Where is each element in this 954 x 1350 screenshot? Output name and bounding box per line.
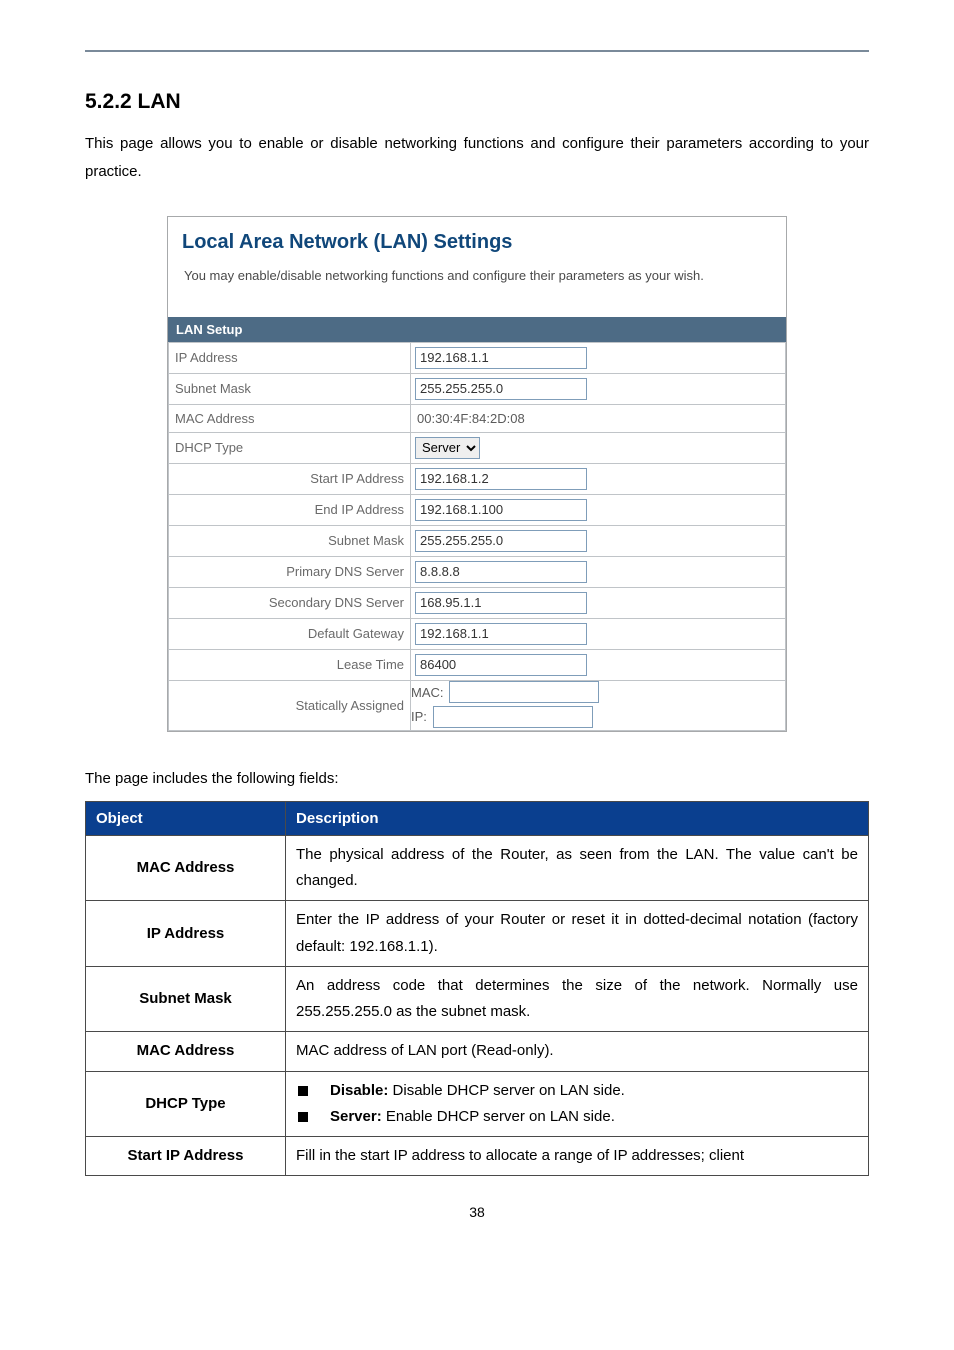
- header-object: Object: [86, 801, 286, 835]
- header-description: Description: [286, 801, 869, 835]
- secondary-dns-label: Secondary DNS Server: [169, 587, 411, 618]
- obj-cell: IP Address: [86, 901, 286, 967]
- desc-cell: Enter the IP address of your Router or r…: [286, 901, 869, 967]
- table-row: IP Address Enter the IP address of your …: [86, 901, 869, 967]
- bullet-rest: Enable DHCP server on LAN side.: [382, 1108, 615, 1125]
- table-row: Start IP Address Fill in the start IP ad…: [86, 1137, 869, 1176]
- row-end-ip: End IP Address: [169, 494, 786, 525]
- panel-title: Local Area Network (LAN) Settings: [182, 231, 774, 254]
- row-mac-address: MAC Address 00:30:4F:84:2D:08: [169, 404, 786, 432]
- description-table: Object Description MAC Address The physi…: [85, 801, 869, 1177]
- subnet-mask-input[interactable]: [415, 378, 587, 400]
- end-ip-label: End IP Address: [169, 494, 411, 525]
- row-primary-dns: Primary DNS Server: [169, 556, 786, 587]
- static-mac-label: MAC:: [411, 685, 444, 700]
- primary-dns-input[interactable]: [415, 561, 587, 583]
- panel-subtitle: You may enable/disable networking functi…: [184, 268, 774, 283]
- row-start-ip: Start IP Address: [169, 463, 786, 494]
- top-divider: [85, 50, 869, 52]
- page-number: 38: [85, 1204, 869, 1220]
- dhcp-type-label: DHCP Type: [169, 432, 411, 463]
- lan-setup-bar: LAN Setup: [168, 317, 786, 342]
- square-bullet-icon: [298, 1086, 308, 1096]
- row-default-gateway: Default Gateway: [169, 618, 786, 649]
- lease-time-label: Lease Time: [169, 649, 411, 680]
- row-dhcp-type: DHCP Type Server: [169, 432, 786, 463]
- section-intro: This page allows you to enable or disabl…: [85, 130, 869, 186]
- lan-settings-panel: Local Area Network (LAN) Settings You ma…: [167, 216, 787, 732]
- desc-cell: Fill in the start IP address to allocate…: [286, 1137, 869, 1176]
- mac-address-value: 00:30:4F:84:2D:08: [415, 411, 525, 426]
- obj-cell: MAC Address: [86, 835, 286, 901]
- desc-cell: An address code that determines the size…: [286, 966, 869, 1032]
- start-ip-input[interactable]: [415, 468, 587, 490]
- obj-cell: MAC Address: [86, 1032, 286, 1071]
- subnet-mask-label: Subnet Mask: [169, 373, 411, 404]
- default-gateway-input[interactable]: [415, 623, 587, 645]
- bullet-disable: Disable: Disable DHCP server on LAN side…: [296, 1078, 858, 1104]
- bullet-rest: Disable DHCP server on LAN side.: [388, 1082, 624, 1099]
- square-bullet-icon: [298, 1112, 308, 1122]
- ip-address-input[interactable]: [415, 347, 587, 369]
- dhcp-type-select[interactable]: Server: [415, 437, 480, 459]
- primary-dns-label: Primary DNS Server: [169, 556, 411, 587]
- secondary-dns-input[interactable]: [415, 592, 587, 614]
- row-statically-assigned: Statically Assigned MAC: IP:: [169, 680, 786, 730]
- row-ip-address: IP Address: [169, 342, 786, 373]
- table-row: DHCP Type Disable: Disable DHCP server o…: [86, 1071, 869, 1137]
- lease-time-input[interactable]: [415, 654, 587, 676]
- start-ip-label: Start IP Address: [169, 463, 411, 494]
- subnet-mask-2-input[interactable]: [415, 530, 587, 552]
- default-gateway-label: Default Gateway: [169, 618, 411, 649]
- static-mac-input[interactable]: [449, 681, 599, 703]
- desc-cell-dhcp: Disable: Disable DHCP server on LAN side…: [286, 1071, 869, 1137]
- mac-address-label: MAC Address: [169, 404, 411, 432]
- lan-form-table: IP Address Subnet Mask MAC Address 00:30…: [168, 342, 786, 731]
- end-ip-input[interactable]: [415, 499, 587, 521]
- bullet-bold: Server:: [330, 1108, 382, 1125]
- obj-cell: DHCP Type: [86, 1071, 286, 1137]
- row-lease-time: Lease Time: [169, 649, 786, 680]
- static-ip-input[interactable]: [433, 706, 593, 728]
- document-page: 5.2.2 LAN This page allows you to enable…: [0, 0, 954, 1260]
- section-heading: 5.2.2 LAN: [85, 90, 869, 114]
- fields-intro: The page includes the following fields:: [85, 770, 869, 787]
- bullet-bold: Disable:: [330, 1082, 388, 1099]
- description-header-row: Object Description: [86, 801, 869, 835]
- table-row: Subnet Mask An address code that determi…: [86, 966, 869, 1032]
- row-subnet-mask: Subnet Mask: [169, 373, 786, 404]
- table-row: MAC Address MAC address of LAN port (Rea…: [86, 1032, 869, 1071]
- desc-cell: The physical address of the Router, as s…: [286, 835, 869, 901]
- obj-cell: Subnet Mask: [86, 966, 286, 1032]
- desc-cell: MAC address of LAN port (Read-only).: [286, 1032, 869, 1071]
- bullet-server: Server: Enable DHCP server on LAN side.: [296, 1104, 858, 1130]
- static-ip-label: IP:: [411, 709, 427, 724]
- ip-address-label: IP Address: [169, 342, 411, 373]
- statically-assigned-label: Statically Assigned: [169, 680, 411, 730]
- subnet-mask-2-label: Subnet Mask: [169, 525, 411, 556]
- row-subnet-mask-2: Subnet Mask: [169, 525, 786, 556]
- row-secondary-dns: Secondary DNS Server: [169, 587, 786, 618]
- table-row: MAC Address The physical address of the …: [86, 835, 869, 901]
- obj-cell: Start IP Address: [86, 1137, 286, 1176]
